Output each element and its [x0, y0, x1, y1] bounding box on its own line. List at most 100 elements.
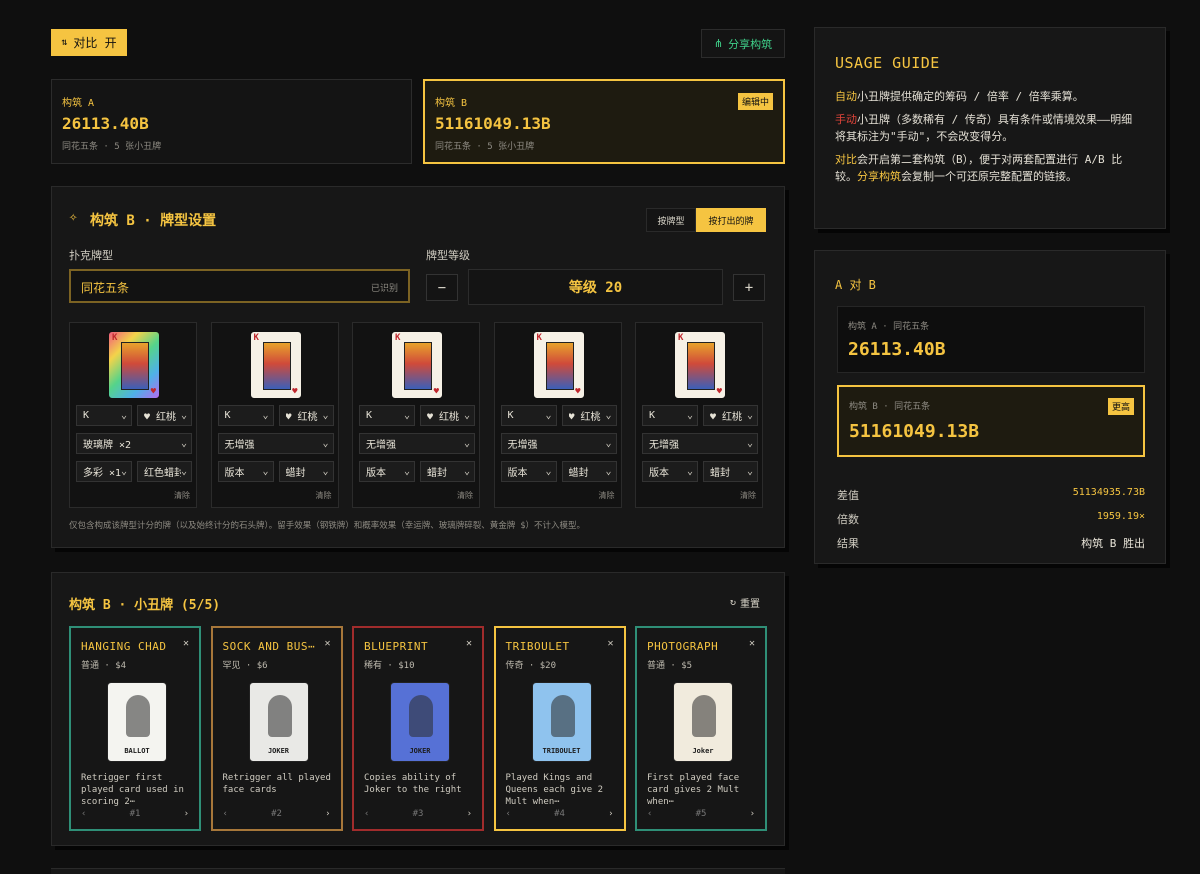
- clear-card-button[interactable]: 清除: [174, 490, 190, 501]
- move-right-icon[interactable]: ›: [184, 809, 189, 819]
- suit-select[interactable]: ♥ 红桃 ⌄: [278, 405, 334, 426]
- level-increase-button[interactable]: +: [733, 274, 765, 301]
- clear-card-button[interactable]: 清除: [316, 490, 332, 501]
- king-figure-icon: [687, 342, 715, 390]
- clear-card-button[interactable]: 清除: [599, 490, 615, 501]
- edition-select-value: 版本: [507, 468, 528, 479]
- rank-select[interactable]: K ⌄: [642, 405, 698, 426]
- move-right-icon[interactable]: ›: [467, 809, 472, 819]
- chevron-down-icon: ⌄: [403, 466, 410, 477]
- enhancement-select-value: 无增强: [649, 440, 679, 451]
- card-rank-corner: K: [395, 333, 401, 343]
- remove-joker-icon[interactable]: ✕: [183, 638, 189, 649]
- mode-by-played-cards[interactable]: 按打出的牌: [696, 208, 766, 232]
- enhancement-select-value: 玻璃牌 ×2: [83, 440, 132, 451]
- share-build-button[interactable]: ⋔ 分享构筑: [701, 29, 785, 58]
- enhancement-select[interactable]: 无增强 ⌄: [359, 433, 475, 454]
- enhancement-select-value: 无增强: [507, 440, 538, 451]
- joker-art-image: BALLOT: [107, 682, 167, 762]
- result-label: 结果: [837, 537, 859, 550]
- poker-hand-label: 扑克牌型: [69, 249, 113, 262]
- remove-joker-icon[interactable]: ✕: [324, 638, 330, 649]
- suit-select[interactable]: ♥ 红桃 ⌄: [703, 405, 758, 426]
- rank-select[interactable]: K ⌄: [359, 405, 415, 426]
- played-card-slot: K♥K⌄♥ 红桃⌄玻璃牌 ×2⌄多彩 ×1.5⌄红色蜡封⌄清除: [69, 322, 197, 508]
- enhancement-select[interactable]: 无增强 ⌄: [500, 433, 617, 454]
- move-left-icon[interactable]: ‹: [506, 809, 511, 819]
- card-rank-corner: K: [536, 333, 542, 343]
- joker-art-caption: BALLOT: [124, 747, 150, 755]
- move-left-icon[interactable]: ‹: [223, 809, 228, 819]
- build-b-card[interactable]: 构筑 B 编辑中 51161049.13B 同花五条 · 5 张小丑牌: [423, 79, 785, 164]
- edition-select[interactable]: 版本 ⌄: [500, 461, 557, 482]
- chevron-down-icon: ⌄: [463, 466, 470, 477]
- seal-select[interactable]: 红色蜡封 ⌄: [137, 461, 192, 482]
- enhancement-select[interactable]: 玻璃牌 ×2 ⌄: [76, 433, 192, 454]
- rank-select[interactable]: K ⌄: [500, 405, 557, 426]
- joker-card[interactable]: TRIBOULET ✕ 传奇 · $20 TRIBOULET Played Kings …: [493, 626, 626, 831]
- move-left-icon[interactable]: ‹: [647, 809, 652, 819]
- edition-select[interactable]: 多彩 ×1.5⌄: [76, 461, 132, 482]
- remove-joker-icon[interactable]: ✕: [607, 638, 613, 649]
- edition-select[interactable]: 版本 ⌄: [359, 461, 415, 482]
- joker-card[interactable]: HANGING CHAD ✕ 普通 · $4 BALLOT Retrigger firs…: [69, 626, 201, 831]
- sparkle-icon: ✧: [69, 209, 78, 225]
- joker-card[interactable]: BLUEPRINT ✕ 稀有 · $10 JOKER Copies ability of…: [352, 626, 484, 831]
- swap-icon: ⇅: [61, 37, 68, 48]
- enhancement-select[interactable]: 无增强 ⌄: [642, 433, 758, 454]
- edition-select[interactable]: 版本 ⌄: [642, 461, 698, 482]
- enhancement-select[interactable]: 无增强 ⌄: [217, 433, 334, 454]
- seal-select[interactable]: 蜡封 ⌄: [703, 461, 758, 482]
- joker-card[interactable]: PHOTOGRAPH ✕ 普通 · $5 Joker First played face…: [635, 626, 767, 831]
- suit-select-value: ♥ 红桃: [144, 412, 177, 423]
- seal-select[interactable]: 蜡封 ⌄: [278, 461, 334, 482]
- suit-select[interactable]: ♥ 红桃 ⌄: [420, 405, 475, 426]
- rank-select-value: K: [224, 410, 231, 421]
- move-left-icon[interactable]: ‹: [81, 809, 86, 819]
- move-left-icon[interactable]: ‹: [364, 809, 369, 819]
- ratio-label: 倍数: [837, 513, 859, 526]
- king-figure-icon: [121, 342, 149, 390]
- guide-manual-term: 手动: [835, 113, 857, 126]
- build-a-card[interactable]: 构筑 A 26113.40B 同花五条 · 5 张小丑牌: [51, 79, 412, 164]
- suit-select[interactable]: ♥ 红桃 ⌄: [137, 405, 192, 426]
- result-value: 构筑 B 胜出: [1081, 537, 1145, 550]
- joker-art-caption: Joker: [692, 747, 714, 755]
- rank-select[interactable]: K ⌄: [217, 405, 274, 426]
- level-decrease-button[interactable]: −: [426, 274, 458, 301]
- joker-card[interactable]: SOCK AND BUS⋯ ✕ 罕见 · $6 JOKER Retrigger all …: [210, 626, 343, 831]
- level-display: 等级 20: [468, 269, 723, 305]
- build-a-label: 构筑 A: [62, 98, 95, 109]
- move-right-icon[interactable]: ›: [608, 809, 613, 819]
- king-of-hearts-card-image: K ♥: [532, 331, 585, 399]
- suit-select-value: ♥ 红桃: [285, 412, 318, 423]
- chevron-down-icon: ⌄: [463, 438, 470, 449]
- hand-settings-panel: ✧ 构筑 B · 牌型设置 按牌型 按打出的牌 扑克牌型 同花五条 已识别 牌型…: [51, 186, 785, 548]
- rank-select[interactable]: K ⌄: [76, 405, 132, 426]
- hand-settings-footnote: 仅包含构成该牌型计分的牌（以及始终计分的石头牌）。留手效果（钢铁牌）和概率效果（…: [69, 521, 585, 531]
- move-right-icon[interactable]: ›: [750, 809, 755, 819]
- build-a-score: 26113.40B: [62, 114, 149, 133]
- king-of-hearts-card-image: K ♥: [674, 331, 726, 399]
- mode-by-hand-type[interactable]: 按牌型: [646, 208, 696, 232]
- seal-select[interactable]: 蜡封 ⌄: [561, 461, 617, 482]
- card-suit-corner: ♥: [292, 387, 298, 397]
- joker-footer: ‹ #5 ›: [647, 809, 755, 819]
- clear-card-button[interactable]: 清除: [740, 490, 756, 501]
- joker-rarity-price: 普通 · $4: [81, 661, 127, 671]
- reset-jokers-button[interactable]: ↻ 重置: [730, 595, 760, 610]
- card-rank-corner: K: [253, 333, 259, 343]
- king-of-hearts-card-image: K ♥: [391, 331, 443, 399]
- seal-select[interactable]: 蜡封 ⌄: [420, 461, 475, 482]
- seal-select-value: 蜡封: [427, 468, 447, 479]
- compare-toggle-button[interactable]: ⇅ 对比 开: [51, 29, 127, 56]
- guide-auto-text: 小丑牌提供确定的筹码 / 倍率 / 倍率乘算。: [857, 90, 1084, 103]
- edition-select[interactable]: 版本 ⌄: [217, 461, 274, 482]
- poker-hand-field[interactable]: 同花五条 已识别: [69, 269, 410, 303]
- edition-select-value: 版本: [366, 468, 386, 479]
- move-right-icon[interactable]: ›: [325, 809, 330, 819]
- clear-card-button[interactable]: 清除: [457, 490, 473, 501]
- suit-select[interactable]: ♥ 红桃 ⌄: [561, 405, 617, 426]
- remove-joker-icon[interactable]: ✕: [749, 638, 755, 649]
- remove-joker-icon[interactable]: ✕: [466, 638, 472, 649]
